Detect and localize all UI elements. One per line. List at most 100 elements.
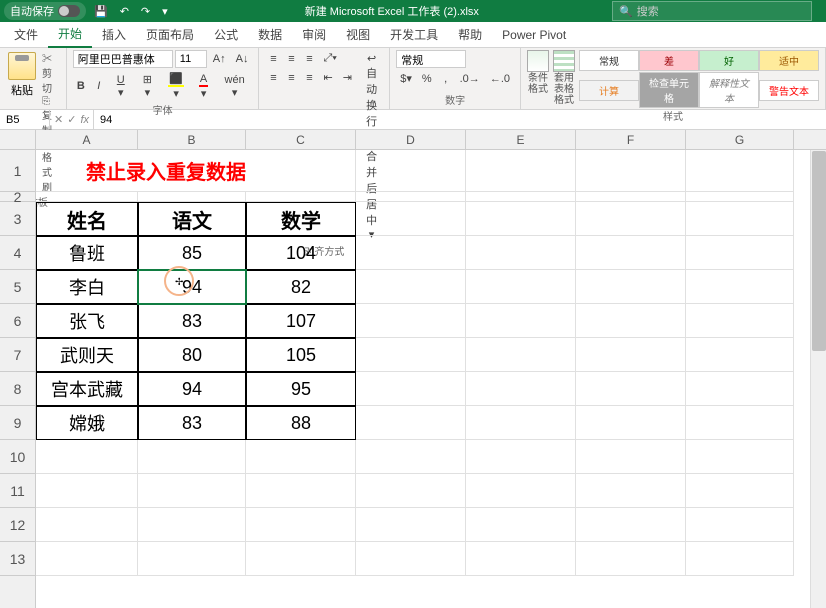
cell[interactable] xyxy=(466,304,576,338)
cell[interactable] xyxy=(356,474,466,508)
col-header-D[interactable]: D xyxy=(356,130,466,149)
cell[interactable] xyxy=(686,270,794,304)
cell[interactable] xyxy=(466,236,576,270)
cell[interactable] xyxy=(576,406,686,440)
data-cell-r5-c0[interactable]: 李白 xyxy=(36,270,138,304)
row-header-11[interactable]: 11 xyxy=(0,474,35,508)
align-center-button[interactable]: ≡ xyxy=(283,70,299,86)
cell[interactable] xyxy=(246,474,356,508)
qat-more-icon[interactable]: ▾ xyxy=(158,4,172,19)
cell[interactable] xyxy=(356,542,466,576)
cell[interactable] xyxy=(138,508,246,542)
row-header-5[interactable]: 5 xyxy=(0,270,35,304)
cell[interactable] xyxy=(356,150,466,192)
currency-button[interactable]: $▾ xyxy=(396,70,416,87)
comma-button[interactable]: , xyxy=(438,71,454,87)
data-cell-r7-c0[interactable]: 武则天 xyxy=(36,338,138,372)
tab-help[interactable]: 帮助 xyxy=(448,22,492,47)
data-cell-r7-c1[interactable]: 80 xyxy=(138,338,246,372)
style-explain[interactable]: 解释性文本 xyxy=(699,72,759,108)
align-middle-button[interactable]: ≡ xyxy=(283,51,299,67)
cell[interactable] xyxy=(576,542,686,576)
cell[interactable] xyxy=(466,474,576,508)
cut-button[interactable]: ✂ 剪切 xyxy=(42,50,60,95)
tab-review[interactable]: 审阅 xyxy=(292,22,336,47)
data-cell-r9-c2[interactable]: 88 xyxy=(246,406,356,440)
name-box[interactable]: B5 xyxy=(0,110,50,129)
data-cell-r6-c0[interactable]: 张飞 xyxy=(36,304,138,338)
cell[interactable] xyxy=(576,236,686,270)
data-cell-r7-c2[interactable]: 105 xyxy=(246,338,356,372)
font-color-button[interactable]: A▾ xyxy=(192,71,214,102)
cell[interactable] xyxy=(356,304,466,338)
undo-icon[interactable]: ↶ xyxy=(116,4,133,19)
row-header-1[interactable]: 1 xyxy=(0,150,35,192)
cell[interactable] xyxy=(686,202,794,236)
data-cell-r4-c1[interactable]: 85 xyxy=(138,236,246,270)
cell[interactable] xyxy=(576,508,686,542)
cell[interactable] xyxy=(356,508,466,542)
cell[interactable] xyxy=(246,192,356,202)
cell[interactable] xyxy=(576,202,686,236)
col-header-F[interactable]: F xyxy=(576,130,686,149)
align-top-button[interactable]: ≡ xyxy=(265,51,281,67)
cell[interactable] xyxy=(466,338,576,372)
row-header-12[interactable]: 12 xyxy=(0,508,35,542)
formula-input[interactable]: 94 xyxy=(94,110,826,129)
cell[interactable] xyxy=(576,338,686,372)
phonetic-button[interactable]: wén ▾ xyxy=(217,72,253,101)
col-header-A[interactable]: A xyxy=(36,130,138,149)
row-header-9[interactable]: 9 xyxy=(0,406,35,440)
header-1[interactable]: 语文 xyxy=(138,202,246,236)
cell[interactable] xyxy=(466,150,576,192)
align-bottom-button[interactable]: ≡ xyxy=(301,51,317,67)
tab-layout[interactable]: 页面布局 xyxy=(136,22,204,47)
cell[interactable] xyxy=(356,406,466,440)
style-check[interactable]: 检查单元格 xyxy=(639,72,699,108)
header-0[interactable]: 姓名 xyxy=(36,202,138,236)
tab-file[interactable]: 文件 xyxy=(4,22,48,47)
row-header-7[interactable]: 7 xyxy=(0,338,35,372)
cell[interactable] xyxy=(36,440,138,474)
style-normal[interactable]: 常规 xyxy=(579,50,639,71)
cell[interactable] xyxy=(576,440,686,474)
cell[interactable] xyxy=(356,440,466,474)
col-header-G[interactable]: G xyxy=(686,130,794,149)
tab-home[interactable]: 开始 xyxy=(48,21,92,48)
tab-insert[interactable]: 插入 xyxy=(92,22,136,47)
cell[interactable] xyxy=(466,192,576,202)
cell[interactable] xyxy=(576,372,686,406)
cell[interactable] xyxy=(686,192,794,202)
save-icon[interactable]: 💾 xyxy=(90,4,112,19)
align-left-button[interactable]: ≡ xyxy=(265,70,281,86)
cell[interactable] xyxy=(246,542,356,576)
cell[interactable] xyxy=(466,202,576,236)
cell[interactable] xyxy=(36,542,138,576)
cell[interactable] xyxy=(576,270,686,304)
bold-button[interactable]: B xyxy=(73,78,89,94)
redo-icon[interactable]: ↷ xyxy=(137,4,154,19)
cell[interactable] xyxy=(356,372,466,406)
font-size-select[interactable] xyxy=(175,50,207,68)
cell[interactable] xyxy=(686,542,794,576)
increase-font-button[interactable]: A↑ xyxy=(209,51,230,67)
indent-right-button[interactable]: ⇥ xyxy=(339,69,356,86)
data-cell-r9-c1[interactable]: 83 xyxy=(138,406,246,440)
row-header-13[interactable]: 13 xyxy=(0,542,35,576)
font-name-select[interactable] xyxy=(73,50,173,68)
cell[interactable] xyxy=(36,508,138,542)
data-cell-r5-c2[interactable]: 82 xyxy=(246,270,356,304)
col-header-E[interactable]: E xyxy=(466,130,576,149)
decrease-decimal-button[interactable]: ←.0 xyxy=(486,71,514,87)
fx-icon[interactable]: fx xyxy=(80,114,89,126)
row-header-2[interactable]: 2 xyxy=(0,192,35,202)
cell[interactable] xyxy=(356,192,466,202)
search-input[interactable]: 🔍 搜索 xyxy=(612,1,812,21)
cell[interactable] xyxy=(686,150,794,192)
cell[interactable] xyxy=(246,440,356,474)
table-format-button[interactable]: 套用表格格式 xyxy=(553,50,575,106)
increase-decimal-button[interactable]: .0→ xyxy=(456,71,484,87)
cell[interactable] xyxy=(246,508,356,542)
cell[interactable] xyxy=(686,508,794,542)
select-all-corner[interactable] xyxy=(0,130,36,150)
